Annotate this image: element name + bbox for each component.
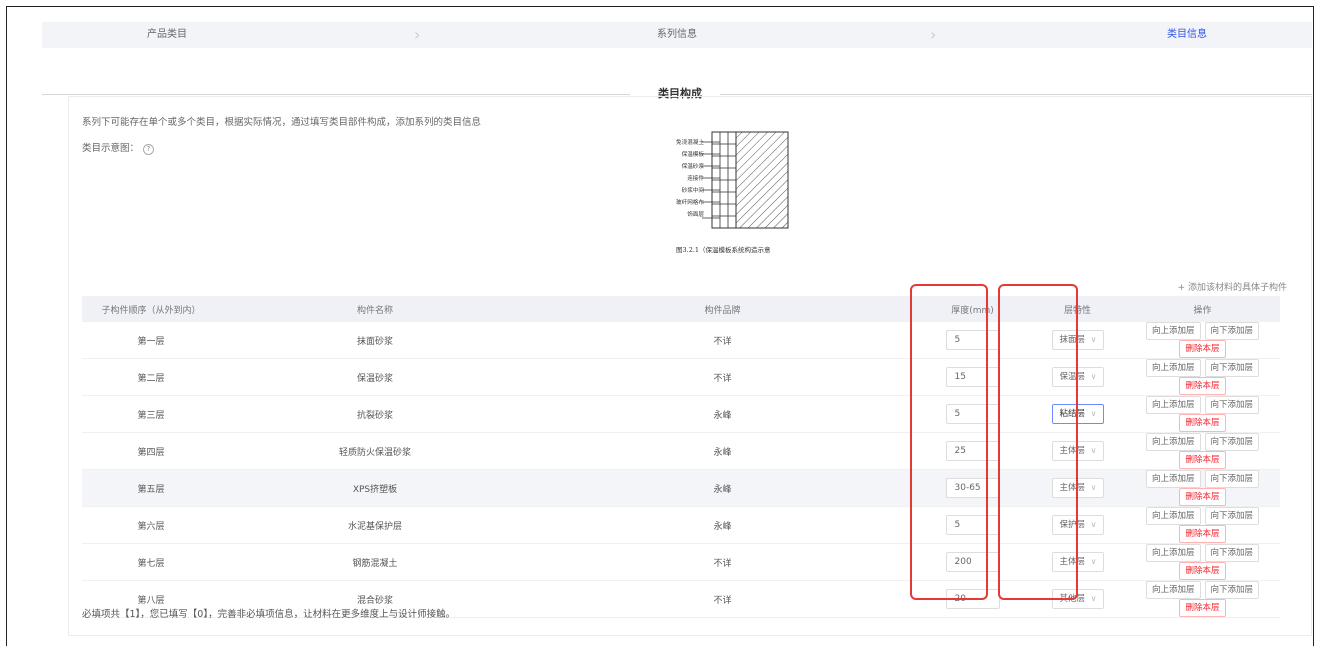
row-brand: 永峰 bbox=[530, 506, 915, 544]
chevron-down-icon: ∨ bbox=[1090, 483, 1097, 492]
delete-layer-button[interactable]: 删除本层 bbox=[1179, 377, 1226, 395]
chevron-down-icon: ∨ bbox=[1090, 594, 1097, 603]
row-brand: 不详 bbox=[530, 580, 915, 618]
table-row: 第五层 XPS挤塑板 永峰 30-65 主体层 ∨ 向上添加层 向下添加层删除本层 bbox=[82, 469, 1280, 507]
add-down-button[interactable]: 向下添加层 bbox=[1204, 581, 1260, 599]
add-up-button[interactable]: 向上添加层 bbox=[1145, 544, 1201, 562]
chevron-down-icon: ∨ bbox=[1090, 372, 1097, 381]
delete-layer-button[interactable]: 删除本层 bbox=[1179, 562, 1226, 580]
chevron-right-icon: › bbox=[930, 25, 937, 44]
layer-label: 砂浆中间 bbox=[681, 188, 704, 194]
layer-label: 保温砂浆 bbox=[681, 164, 704, 170]
delete-layer-button[interactable]: 删除本层 bbox=[1179, 488, 1226, 506]
layer-label: 连接件 bbox=[687, 176, 704, 182]
layer-label: 饰面层 bbox=[687, 212, 704, 218]
add-up-button[interactable]: 向上添加层 bbox=[1145, 359, 1201, 377]
add-down-button[interactable]: 向下添加层 bbox=[1204, 544, 1260, 562]
add-up-button[interactable]: 向上添加层 bbox=[1145, 322, 1201, 340]
add-down-button[interactable]: 向下添加层 bbox=[1204, 396, 1260, 414]
row-order: 第四层 bbox=[82, 432, 220, 470]
add-up-button[interactable]: 向上添加层 bbox=[1145, 396, 1201, 414]
layer-label: 玻纤网格布 bbox=[676, 200, 704, 206]
row-order: 第六层 bbox=[82, 506, 220, 544]
chevron-down-icon: ∨ bbox=[1090, 446, 1097, 455]
component-table: 子构件顺序（从外到内） 构件名称 构件品牌 厚度(mm) 层特性 操作 第一层 … bbox=[82, 296, 1280, 618]
row-name: XPS挤塑板 bbox=[220, 469, 530, 507]
chevron-down-icon: ∨ bbox=[1090, 409, 1097, 418]
row-order: 第五层 bbox=[82, 469, 220, 507]
table-row: 第四层 轻质防火保温砂浆 永峰 25 主体层 ∨ 向上添加层 向下添加层删除本层 bbox=[82, 432, 1280, 470]
step-bar: 产品类目 › 系列信息 › 类目信息 bbox=[42, 22, 1312, 48]
chevron-down-icon: ∨ bbox=[1090, 335, 1097, 344]
row-name: 水泥基保护层 bbox=[220, 506, 530, 544]
divider bbox=[42, 94, 630, 95]
delete-layer-button[interactable]: 删除本层 bbox=[1179, 451, 1226, 469]
row-order: 第一层 bbox=[82, 322, 220, 359]
add-up-button[interactable]: 向上添加层 bbox=[1145, 507, 1201, 525]
header-actions: 操作 bbox=[1125, 296, 1280, 322]
delete-layer-button[interactable]: 删除本层 bbox=[1179, 599, 1226, 617]
diagram-label: 类目示意图：? bbox=[82, 140, 155, 155]
table-row: 第一层 抹面砂浆 不详 5 抹面层 ∨ 向上添加层 向下添加层删除本层 bbox=[82, 322, 1280, 359]
add-up-button[interactable]: 向上添加层 bbox=[1145, 470, 1201, 488]
add-down-button[interactable]: 向下添加层 bbox=[1204, 470, 1260, 488]
description-text: 系列下可能存在单个或多个类目，根据实际情况，通过填写类目部件构成，添加系列的类目… bbox=[82, 117, 482, 128]
add-down-button[interactable]: 向下添加层 bbox=[1204, 322, 1260, 340]
row-name: 轻质防火保温砂浆 bbox=[220, 432, 530, 470]
row-name: 抗裂砂浆 bbox=[220, 395, 530, 433]
row-name: 保温砂浆 bbox=[220, 358, 530, 396]
row-brand: 永峰 bbox=[530, 395, 915, 433]
row-order: 第七层 bbox=[82, 543, 220, 581]
feature-column-highlight bbox=[998, 284, 1078, 600]
table-row: 第七层 钢筋混凝土 不详 200 主体层 ∨ 向上添加层 向下添加层删除本层 bbox=[82, 543, 1280, 581]
divider bbox=[720, 94, 1312, 95]
diagram-layer-labels: 免浇混凝土 保温模板 保温砂浆 连接件 砂浆中间 玻纤网格布 饰面层 bbox=[660, 137, 704, 221]
add-subcomponent-link[interactable]: + 添加该材料的具体子构件 bbox=[1178, 280, 1287, 293]
header-order: 子构件顺序（从外到内） bbox=[82, 296, 220, 322]
layer-label: 免浇混凝土 bbox=[676, 140, 704, 146]
chevron-down-icon: ∨ bbox=[1090, 557, 1097, 566]
completion-note: 必填项共【1】，您已填写【0】，完善非必填项信息，让材料在更多维度上与设计师接触… bbox=[82, 609, 456, 620]
table-row: 第三层 抗裂砂浆 永峰 5 粘结层 ∨ 向上添加层 向下添加层删除本层 bbox=[82, 395, 1280, 433]
help-icon[interactable]: ? bbox=[143, 144, 155, 155]
row-brand: 不详 bbox=[530, 543, 915, 581]
add-down-button[interactable]: 向下添加层 bbox=[1204, 507, 1260, 525]
diagram-caption: 图3.2.1（保温模板系统构造示意 bbox=[676, 246, 771, 254]
row-name: 抹面砂浆 bbox=[220, 322, 530, 359]
layer-label: 保温模板 bbox=[681, 152, 704, 158]
add-up-button[interactable]: 向上添加层 bbox=[1145, 433, 1201, 451]
step-category-info[interactable]: 类目信息 bbox=[1062, 22, 1312, 48]
row-name: 钢筋混凝土 bbox=[220, 543, 530, 581]
structure-diagram: 免浇混凝土 保温模板 保温砂浆 连接件 砂浆中间 玻纤网格布 饰面层 图3.2.… bbox=[676, 130, 796, 258]
delete-layer-button[interactable]: 删除本层 bbox=[1179, 414, 1226, 432]
delete-layer-button[interactable]: 删除本层 bbox=[1179, 340, 1226, 358]
add-down-button[interactable]: 向下添加层 bbox=[1204, 359, 1260, 377]
add-up-button[interactable]: 向上添加层 bbox=[1145, 581, 1201, 599]
row-order: 第二层 bbox=[82, 358, 220, 396]
step-product-category[interactable]: 产品类目 bbox=[42, 22, 292, 48]
row-order: 第三层 bbox=[82, 395, 220, 433]
header-name: 构件名称 bbox=[220, 296, 530, 322]
chevron-right-icon: › bbox=[414, 25, 421, 44]
row-brand: 不详 bbox=[530, 322, 915, 359]
step-series-info[interactable]: 系列信息 bbox=[552, 22, 802, 48]
add-down-button[interactable]: 向下添加层 bbox=[1204, 433, 1260, 451]
row-brand: 永峰 bbox=[530, 432, 915, 470]
row-brand: 永峰 bbox=[530, 469, 915, 507]
diagram-label-text: 类目示意图： bbox=[82, 143, 140, 154]
table-header-row: 子构件顺序（从外到内） 构件名称 构件品牌 厚度(mm) 层特性 操作 bbox=[82, 296, 1280, 322]
table-row: 第六层 水泥基保护层 永峰 5 保护层 ∨ 向上添加层 向下添加层删除本层 bbox=[82, 506, 1280, 544]
table-row: 第二层 保温砂浆 不详 15 保温层 ∨ 向上添加层 向下添加层删除本层 bbox=[82, 358, 1280, 396]
header-brand: 构件品牌 bbox=[530, 296, 915, 322]
row-brand: 不详 bbox=[530, 358, 915, 396]
chevron-down-icon: ∨ bbox=[1090, 520, 1097, 529]
delete-layer-button[interactable]: 删除本层 bbox=[1179, 525, 1226, 543]
thickness-column-highlight bbox=[910, 284, 988, 600]
